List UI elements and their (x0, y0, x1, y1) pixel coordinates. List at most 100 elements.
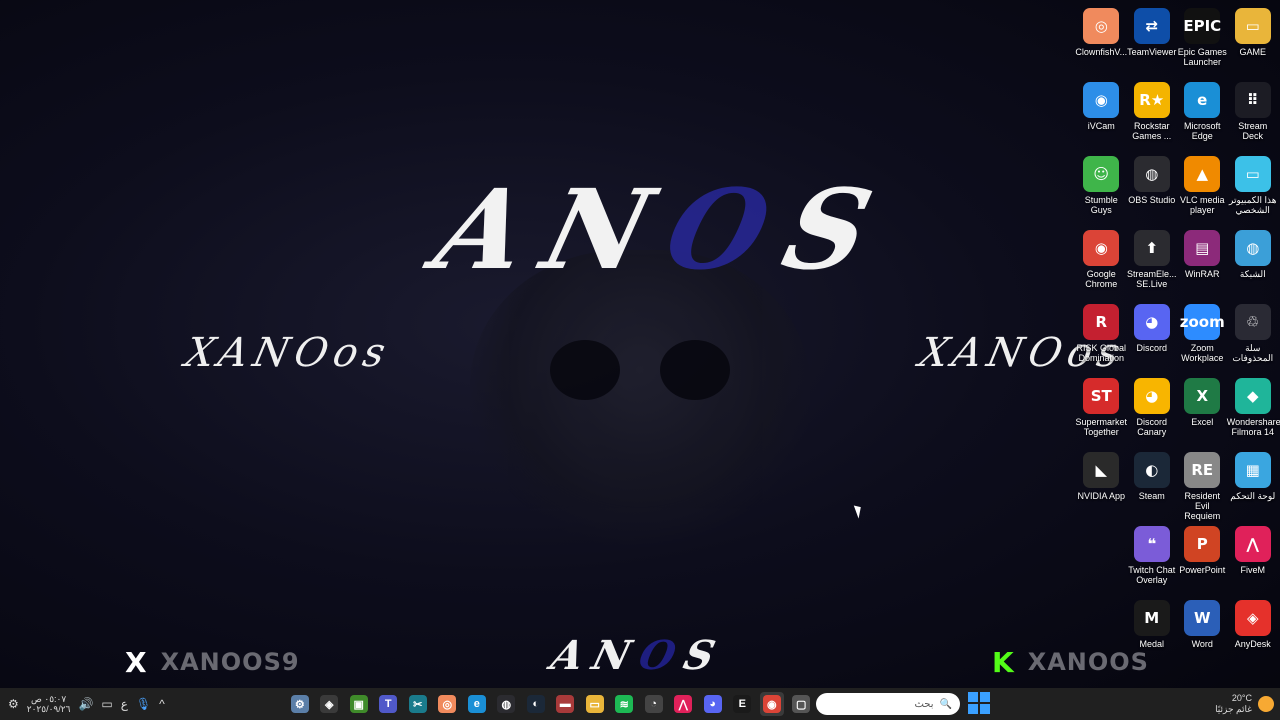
brand-small-a: AN (546, 632, 646, 679)
desktop-icon-label: Epic Games Launcher (1177, 47, 1227, 67)
desktop-icon-grid: ◎ ClownfishV... ⇄ TeamViewer EPIC Epic Games … (1075, 4, 1280, 670)
app-icon: EPIC (1183, 8, 1221, 44)
desktop-icon[interactable]: W Word (1177, 596, 1228, 670)
file-explorer-app-icon[interactable]: ▭ (583, 692, 607, 716)
desktop-icon[interactable]: X Excel (1177, 374, 1228, 448)
desktop-icon[interactable]: ⬆ StreamEle... SE.Live (1127, 226, 1178, 300)
network-icon[interactable]: ▭ (101, 697, 112, 711)
desktop-icon[interactable]: ▦ لوحة التحكم (1228, 448, 1279, 522)
kick-logo-icon: K (992, 645, 1014, 679)
start-button[interactable] (968, 692, 990, 714)
desktop-icon[interactable]: ▭ GAME (1228, 4, 1279, 78)
desktop-icon[interactable]: ◉ iVCam (1076, 78, 1127, 152)
app-icon: e (1184, 82, 1221, 118)
desktop-icon-label: Steam (1138, 491, 1165, 501)
desktop-icon[interactable]: ◆ Wondershare Filmora 14 (1227, 374, 1280, 448)
app-icon: ☺ (1083, 156, 1120, 192)
edge-app-icon[interactable]: e (465, 692, 489, 716)
app-icon: ⇄ (1133, 8, 1170, 44)
brand-a: AN (424, 165, 687, 294)
app-icon: zoom (1180, 304, 1225, 340)
desktop-icon-label: Discord Canary (1136, 417, 1167, 437)
clock-date: ٢٠٢٥/٠٩/٢٦ (26, 704, 71, 714)
steam-app-icon[interactable]: ◐ (524, 692, 548, 716)
search-box[interactable]: بحث 🔍 (816, 693, 960, 715)
desktop-icon[interactable]: ◐ Steam (1127, 448, 1178, 522)
desktop-icon[interactable]: ◉ Google Chrome (1076, 226, 1127, 300)
desktop-icon-label: Stream Deck (1238, 121, 1268, 141)
desktop-icon[interactable]: ⇄ TeamViewer (1127, 4, 1178, 78)
desktop-icon[interactable]: ◍ OBS Studio (1127, 152, 1178, 226)
app-icon: ▦ (1234, 452, 1271, 488)
app-icon: ♲ (1234, 304, 1271, 340)
desktop-icon-label: Word (1191, 639, 1213, 649)
desktop-icon[interactable]: e Microsoft Edge (1177, 78, 1228, 152)
language-indicator[interactable]: ع (121, 697, 128, 711)
desktop-icon[interactable]: ◈ AnyDesk (1228, 596, 1279, 670)
system-tray: ⚙ ٠٥:٠٧ ص ٢٠٢٥/٠٩/٢٦ 🔊 ▭ ع 🎙 ^ (8, 688, 165, 720)
desktop-icon[interactable]: ▭ هذا الكمبيوتر الشخصي (1228, 152, 1279, 226)
desktop-icon-label: GAME (1239, 47, 1266, 57)
app-icon: ◈ (1234, 600, 1271, 636)
desktop-icon[interactable]: zoom Zoom Workplace (1177, 300, 1228, 374)
minecraft-app-icon[interactable]: ▣ (347, 692, 371, 716)
app-icon: X (1184, 378, 1221, 414)
app-icon: W (1184, 600, 1221, 636)
obs-app-icon[interactable]: ◍ (495, 692, 519, 716)
game-app-icon[interactable]: ▬ (554, 692, 578, 716)
weather-widget[interactable]: 20°C غائم جزئيًا (1215, 690, 1274, 718)
weather-text: غائم جزئيًا (1215, 704, 1252, 714)
app-glyph: ◔ (644, 695, 663, 713)
desktop-icon[interactable]: ◎ ClownfishV... (1075, 4, 1127, 78)
desktop-icon[interactable]: ☺ Stumble Guys (1076, 152, 1127, 226)
desktop-icon[interactable]: ❝ Twitch Chat Overlay (1127, 522, 1178, 596)
capcut-app-icon[interactable]: ✂ (406, 692, 430, 716)
social-x-handle: XANOOS9 (160, 648, 300, 676)
skull-eye-right (660, 340, 730, 400)
weather-widget-icon[interactable]: ⚙ (8, 697, 19, 711)
app-glyph: ▬ (556, 695, 575, 713)
desktop-icon[interactable]: ♲ سلة المحذوفات (1228, 300, 1279, 374)
app-icon: ◍ (1234, 230, 1271, 266)
desktop-icon[interactable]: R RISK Global Domination (1076, 300, 1127, 374)
teams-app-icon[interactable]: T (377, 692, 401, 716)
desktop-icon[interactable]: RE Resident Evil Requiem (1177, 448, 1228, 522)
chrome-app-icon[interactable]: ◉ (760, 692, 784, 716)
desktop-icon[interactable]: R★ Rockstar Games ... (1127, 78, 1178, 152)
app-icon: R (1083, 304, 1120, 340)
desktop-icon[interactable]: ⋀ FiveM (1228, 522, 1279, 596)
window-app-icon[interactable]: ▢ (790, 692, 814, 716)
desktop-icon[interactable]: EPIC Epic Games Launcher (1177, 4, 1228, 78)
desktop-icon[interactable]: ⠿ Stream Deck (1228, 78, 1279, 152)
github-app-icon[interactable]: ◔ (642, 692, 666, 716)
discord-app-icon[interactable]: ◕ (701, 692, 725, 716)
desktop-icon[interactable]: ◍ الشبكة (1228, 226, 1279, 300)
desktop-icon[interactable]: ◕ Discord Canary (1127, 374, 1178, 448)
desktop-icon[interactable]: ◕ Discord (1127, 300, 1178, 374)
desktop-icon[interactable]: M Medal (1127, 596, 1178, 670)
desktop-icon[interactable]: ST Supermarket Together (1075, 374, 1127, 448)
clownfish-app-icon[interactable]: ◎ (436, 692, 460, 716)
fivem-app-icon[interactable]: ⋀ (672, 692, 696, 716)
desktop-icon[interactable]: ▤ WinRAR (1177, 226, 1228, 300)
brand-logo-small: ANOS (546, 632, 748, 682)
desktop-icon-label: Discord (1136, 343, 1167, 353)
desktop-icon[interactable]: ◣ NVIDIA App (1076, 448, 1127, 522)
desktop-icon[interactable]: ▲ VLC media player (1177, 152, 1228, 226)
spotify-app-icon[interactable]: ≋ (613, 692, 637, 716)
chevron-up-icon[interactable]: ^ (159, 697, 165, 711)
microphone-icon[interactable]: 🎙 (136, 697, 151, 711)
steam-deck-app-icon[interactable]: ◈ (318, 692, 342, 716)
app-icon: ⠿ (1234, 82, 1271, 118)
settings-app-icon[interactable]: ⚙ (288, 692, 312, 716)
app-icon: ST (1083, 378, 1120, 414)
clock[interactable]: ٠٥:٠٧ ص ٢٠٢٥/٠٩/٢٦ (27, 694, 71, 714)
volume-icon[interactable]: 🔊 (78, 697, 93, 711)
app-icon: RE (1184, 452, 1221, 488)
skull-graphic (470, 250, 810, 550)
epic-app-icon[interactable]: E (731, 692, 755, 716)
app-icon: ⋀ (1234, 526, 1271, 562)
desktop-icon[interactable]: P PowerPoint (1177, 522, 1228, 596)
start-tile (968, 704, 978, 714)
desktop-icon-label: FiveM (1240, 565, 1266, 575)
